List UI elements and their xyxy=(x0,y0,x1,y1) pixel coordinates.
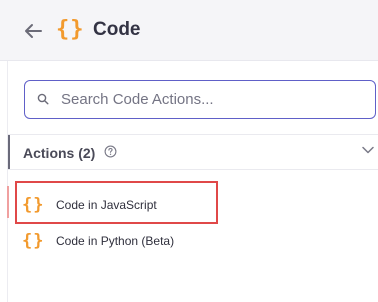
back-button[interactable] xyxy=(22,20,44,42)
curly-braces-icon: {} xyxy=(22,195,45,215)
page-title: Code xyxy=(93,19,141,40)
search-input[interactable] xyxy=(61,81,361,117)
left-rail-divider xyxy=(7,61,8,302)
search-icon xyxy=(37,93,49,105)
section-accent-bar xyxy=(8,135,10,169)
arrow-left-icon xyxy=(25,24,42,38)
action-item-label: Code in JavaScript xyxy=(56,198,157,212)
action-item-python[interactable]: {} Code in Python (Beta) xyxy=(16,228,366,254)
curly-braces-icon: {} xyxy=(56,17,85,42)
actions-section-title: Actions (2) xyxy=(23,145,96,161)
actions-section-header[interactable]: Actions (2) xyxy=(8,134,378,170)
search-field[interactable] xyxy=(24,80,376,119)
chevron-down-icon[interactable] xyxy=(362,146,374,154)
action-item-javascript[interactable]: {} Code in JavaScript xyxy=(16,192,366,218)
action-item-label: Code in Python (Beta) xyxy=(56,234,175,248)
curly-braces-icon: {} xyxy=(22,231,45,251)
app-header: {} Code xyxy=(0,0,378,61)
active-item-marker xyxy=(7,186,9,218)
question-circle-icon[interactable] xyxy=(104,145,117,158)
